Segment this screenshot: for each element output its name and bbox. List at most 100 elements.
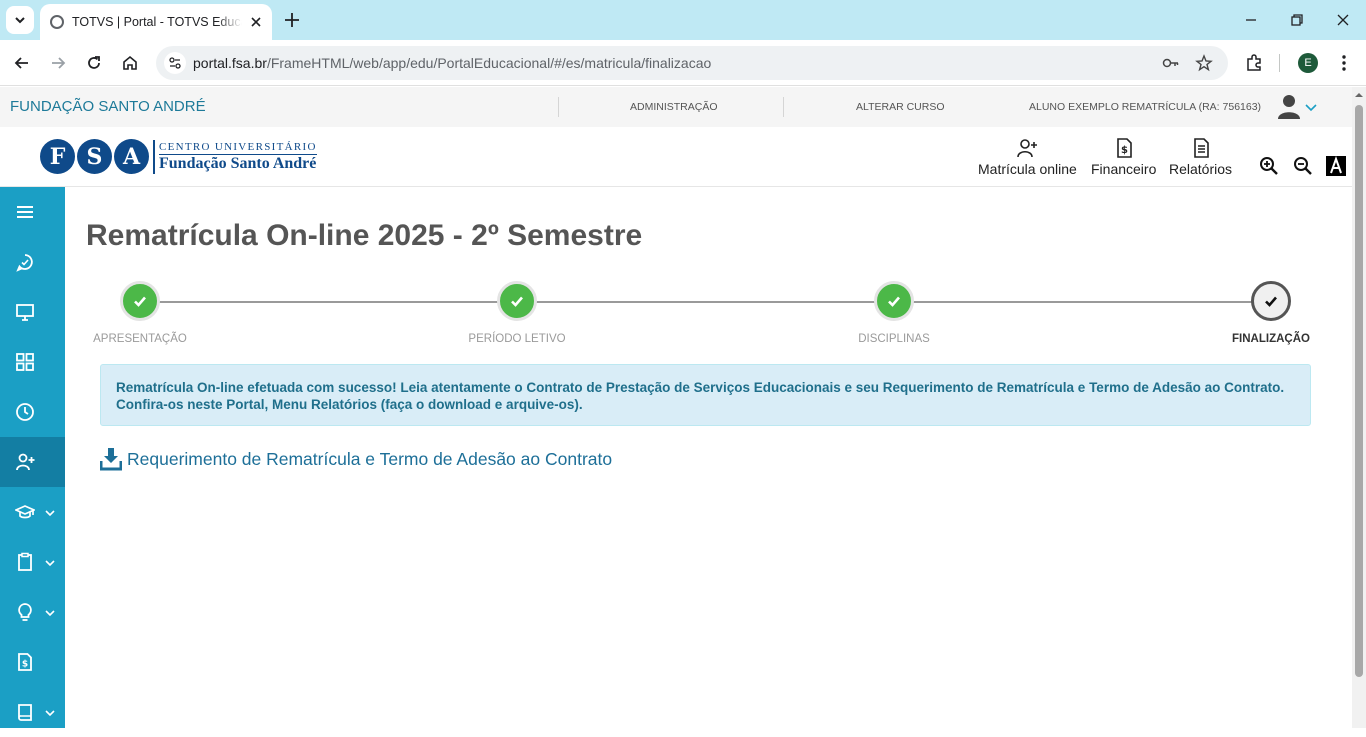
password-key-icon[interactable] [1162, 54, 1180, 72]
sidebar-item-courses[interactable] [0, 287, 65, 337]
divider [783, 97, 784, 117]
tab-search-button[interactable] [6, 6, 34, 34]
admin-link[interactable]: ADMINISTRAÇÃO [630, 101, 718, 113]
sidebar-item-financial[interactable]: $ [0, 637, 65, 687]
step-circle-finalization[interactable] [1251, 281, 1291, 321]
extensions-icon[interactable] [1244, 53, 1264, 73]
more-menu-icon[interactable] [1334, 53, 1354, 73]
portal-header: F S A CENTRO UNIVERSITÁRIO Fundação Sant… [0, 127, 1352, 187]
profile-avatar[interactable]: E [1298, 53, 1318, 73]
logo-letter: F [40, 139, 75, 174]
nav-financial-label: Financeiro [1091, 161, 1157, 177]
download-link-label: Requerimento de Rematrícula e Termo de A… [127, 448, 613, 469]
chevron-down-icon [45, 610, 55, 617]
scrollbar-thumb[interactable] [1355, 105, 1363, 677]
close-icon[interactable] [248, 14, 264, 30]
alert-line: Confira-os neste Portal, Menu Relatórios… [116, 397, 583, 412]
svg-text:$: $ [22, 660, 28, 670]
nav-reports-label: Relatórios [1169, 161, 1233, 177]
chevron-down-icon [45, 710, 55, 717]
toolbar-divider [1279, 54, 1280, 72]
nav-reports[interactable]: Relatórios [1169, 137, 1232, 177]
portal-topbar: FUNDAÇÃO SANTO ANDRÉ ADMINISTRAÇÃO ALTER… [0, 87, 1352, 127]
user-avatar-icon[interactable] [1276, 93, 1302, 119]
document-icon [1193, 138, 1209, 158]
sidebar-item-academic[interactable] [0, 487, 65, 537]
new-tab-icon[interactable] [282, 10, 302, 30]
nav-enrollment-label: Matrícula online [978, 161, 1077, 177]
menu-icon [17, 206, 33, 218]
check-icon [1265, 296, 1277, 307]
graduation-cap-icon [15, 505, 35, 519]
user-name[interactable]: ALUNO EXEMPLO REMATRÍCULA (RA: 756163) [1029, 101, 1261, 113]
globe-icon [50, 15, 64, 29]
step-label: PERÍODO LETIVO [468, 333, 566, 345]
zoom-in-icon[interactable] [1259, 156, 1279, 176]
download-icon [100, 448, 122, 471]
sidebar-item-menu[interactable] [0, 187, 65, 237]
book-icon [18, 704, 32, 721]
home-icon[interactable] [120, 53, 140, 73]
high-contrast-icon[interactable] [1326, 156, 1346, 176]
monitor-icon [16, 304, 34, 321]
fsa-logo[interactable]: F S A CENTRO UNIVERSITÁRIO Fundação Sant… [40, 139, 317, 174]
change-course-link[interactable]: ALTERAR CURSO [856, 101, 945, 113]
alert-line: Rematrícula On-line efetuada com sucesso… [116, 380, 1285, 395]
step-circle-subjects[interactable] [874, 281, 914, 321]
success-alert: Rematrícula On-line efetuada com sucesso… [100, 364, 1311, 426]
page-scrollbar[interactable] [1352, 87, 1366, 728]
url-text: portal.fsa.br/FrameHTML/web/app/edu/Port… [193, 55, 712, 71]
nav-enrollment[interactable]: Matrícula online [978, 137, 1077, 177]
enrollment-stepper: APRESENTAÇÃO PERÍODO LETIVO DISCIPLINAS … [65, 281, 1352, 361]
chevron-down-icon[interactable] [1304, 100, 1318, 114]
check-icon [511, 296, 523, 307]
sidebar-item-schedule[interactable] [0, 387, 65, 437]
logo-letter: S [77, 139, 112, 174]
money-file-icon: $ [18, 653, 32, 671]
sidebar-item-enrollment[interactable] [0, 437, 65, 487]
sidebar: $ [0, 187, 65, 728]
page-title: Rematrícula On-line 2025 - 2º Semestre [86, 219, 643, 252]
close-window-icon[interactable] [1335, 12, 1351, 28]
lightbulb-icon [18, 603, 32, 621]
back-icon[interactable] [12, 53, 32, 73]
user-plus-icon [1017, 139, 1038, 158]
browser-tab[interactable]: TOTVS | Portal - TOTVS Educacional [40, 4, 272, 40]
clock-icon [16, 403, 34, 421]
restore-icon[interactable] [1289, 12, 1305, 28]
logo-line2: Fundação Santo André [159, 154, 317, 172]
bookmark-star-icon[interactable] [1195, 54, 1213, 72]
browser-tab-strip: TOTVS | Portal - TOTVS Educacional [0, 0, 1366, 40]
sidebar-item-ideas[interactable] [0, 587, 65, 637]
check-icon [888, 296, 900, 307]
logo-letter: A [114, 139, 149, 174]
clipboard-icon [18, 552, 32, 571]
chevron-down-icon [45, 510, 55, 517]
forward-icon[interactable] [48, 53, 68, 73]
logo-line1: CENTRO UNIVERSITÁRIO [159, 140, 317, 155]
step-label: APRESENTAÇÃO [93, 333, 187, 345]
scroll-up-icon[interactable] [1355, 91, 1363, 99]
org-name: FUNDAÇÃO SANTO ANDRÉ [10, 98, 206, 115]
main-content: Rematrícula On-line 2025 - 2º Semestre A… [65, 187, 1352, 728]
step-circle-presentation[interactable] [120, 281, 160, 321]
svg-text:$: $ [1121, 145, 1128, 156]
sidebar-item-messages[interactable] [0, 237, 65, 287]
stepper-line [140, 301, 1270, 303]
download-contract-link[interactable]: Requerimento de Rematrícula e Termo de A… [100, 447, 612, 471]
address-bar[interactable]: portal.fsa.br/FrameHTML/web/app/edu/Port… [156, 46, 1228, 80]
step-label: FINALIZAÇÃO [1232, 333, 1310, 345]
nav-financial[interactable]: $ Financeiro [1091, 137, 1156, 177]
reload-icon[interactable] [84, 53, 104, 73]
sidebar-item-dashboard[interactable] [0, 337, 65, 387]
site-info-icon[interactable] [164, 52, 186, 74]
step-circle-period[interactable] [497, 281, 537, 321]
minimize-icon[interactable] [1243, 12, 1259, 28]
zoom-out-icon[interactable] [1293, 156, 1313, 176]
sidebar-item-library[interactable] [0, 687, 65, 737]
chevron-down-icon [45, 560, 55, 567]
money-file-icon: $ [1116, 138, 1132, 158]
sidebar-item-requests[interactable] [0, 537, 65, 587]
step-label: DISCIPLINAS [858, 333, 930, 345]
divider [558, 97, 559, 117]
